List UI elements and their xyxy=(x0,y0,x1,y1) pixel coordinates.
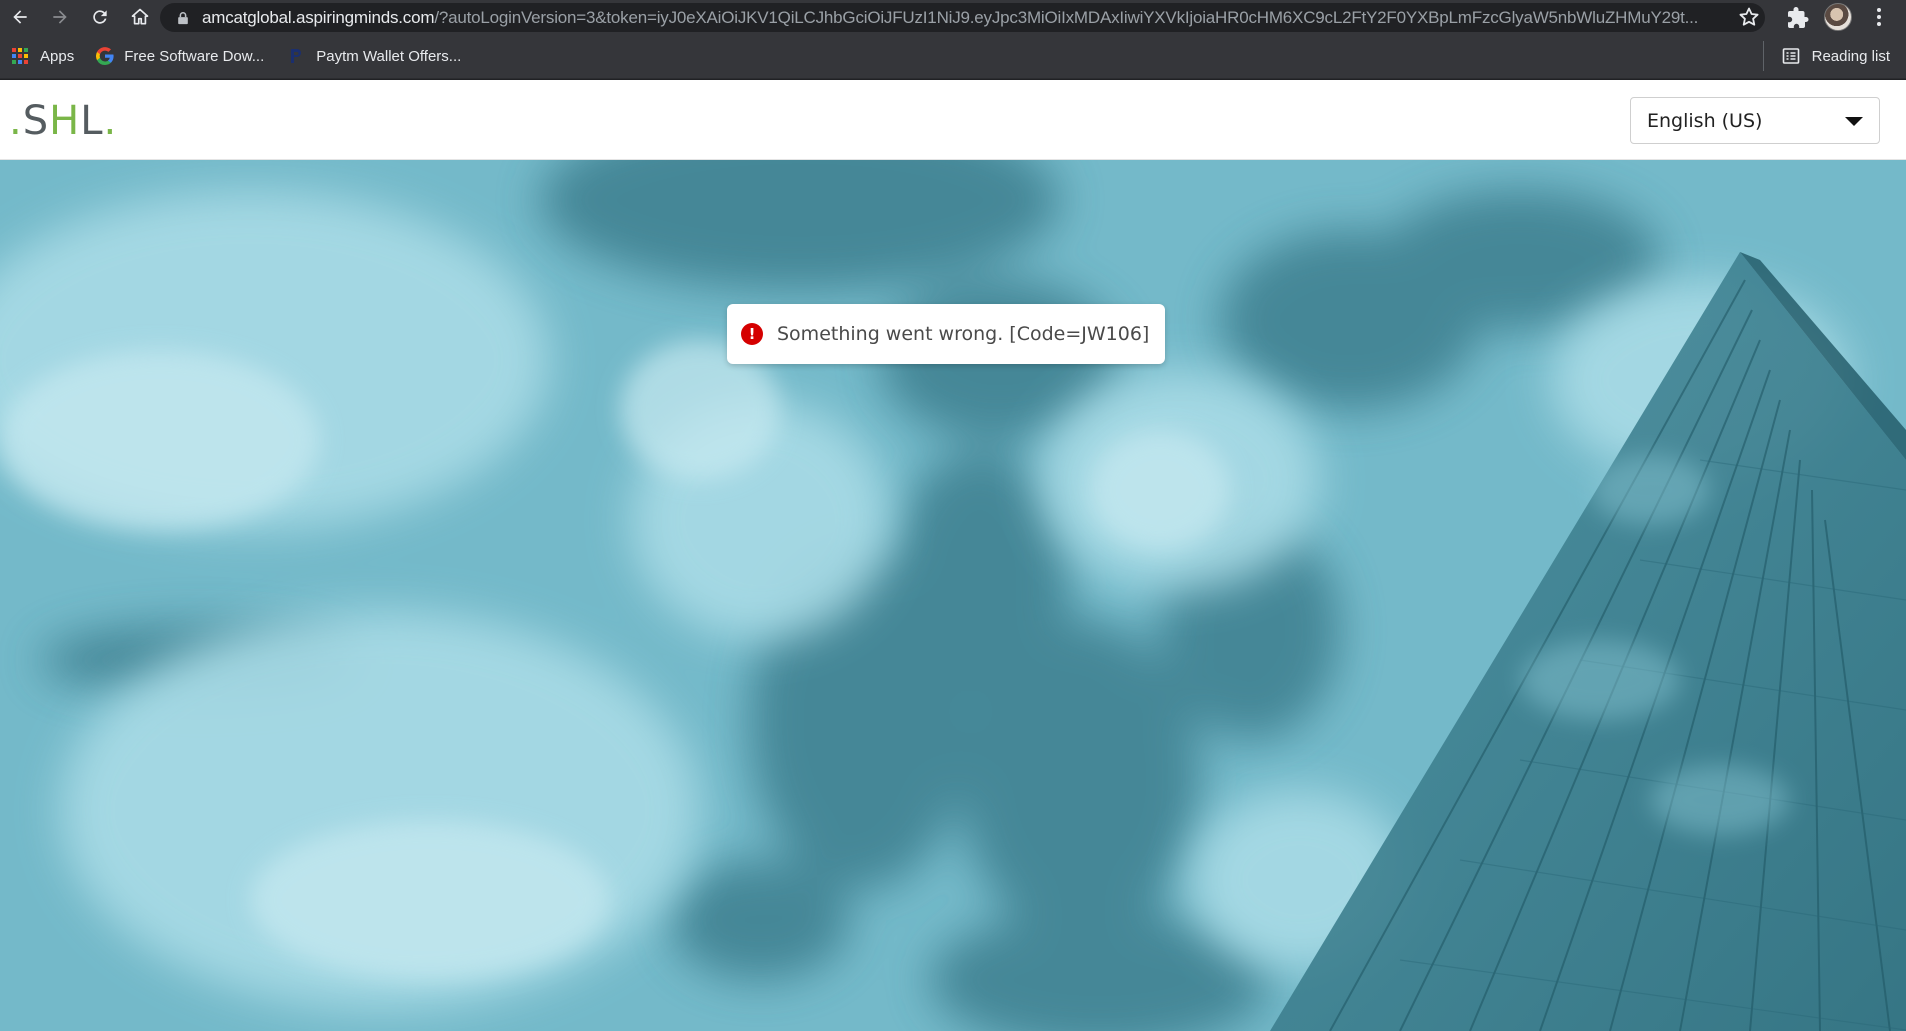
logo-s: S xyxy=(22,98,50,144)
logo-dot: . xyxy=(9,98,23,144)
reload-button[interactable] xyxy=(80,0,120,34)
home-icon xyxy=(131,8,149,25)
logo-h: H xyxy=(49,98,81,144)
url-text: amcatglobal.aspiringminds.com/?autoLogin… xyxy=(202,8,1698,28)
extensions-icon[interactable] xyxy=(1786,6,1810,30)
browser-toolbar: amcatglobal.aspiringminds.com/?autoLogin… xyxy=(0,0,1906,34)
sky-building-image xyxy=(0,160,1906,1031)
reading-list-button[interactable]: Reading list xyxy=(1762,41,1890,71)
web-page: .SHL. English (US) ! Something went wron… xyxy=(0,80,1906,1031)
reading-list-label: Reading list xyxy=(1811,47,1890,65)
error-message: Something went wrong. [Code=JW106] xyxy=(777,323,1150,345)
forward-icon xyxy=(53,10,67,24)
caret-down-icon xyxy=(1845,117,1863,126)
bookmark-label: Apps xyxy=(40,47,75,65)
language-select[interactable]: English (US) xyxy=(1630,97,1880,144)
logo-l: L xyxy=(80,98,104,144)
back-button[interactable] xyxy=(0,0,40,34)
menu-icon xyxy=(1877,8,1881,26)
error-toast: ! Something went wrong. [Code=JW106] xyxy=(727,304,1165,364)
reload-icon xyxy=(93,10,107,24)
logo-end-dot: . xyxy=(103,98,118,144)
star-icon[interactable] xyxy=(1737,5,1761,29)
profile-avatar[interactable] xyxy=(1824,3,1852,31)
home-button[interactable] xyxy=(120,0,160,34)
site-header: .SHL. English (US) xyxy=(0,80,1906,160)
shl-logo[interactable]: .SHL. xyxy=(9,98,117,144)
apps-grid-icon xyxy=(12,48,28,64)
google-icon xyxy=(96,47,114,65)
bookmarks-bar: Apps Free Software Dow... Paytm Wallet O… xyxy=(0,34,1906,79)
bookmark-free-software[interactable]: Free Software Dow... xyxy=(90,41,270,71)
url-path: /?autoLoginVersion=3&token=iyJ0eXAiOiJKV… xyxy=(434,7,1699,27)
paytm-icon xyxy=(291,49,302,63)
language-value: English (US) xyxy=(1647,109,1763,132)
address-bar[interactable]: amcatglobal.aspiringminds.com/?autoLogin… xyxy=(160,3,1765,32)
bookmark-label: Paytm Wallet Offers... xyxy=(316,47,462,65)
back-icon xyxy=(13,10,27,24)
menu-button[interactable] xyxy=(1866,4,1892,30)
forward-button[interactable] xyxy=(40,0,80,34)
bookmark-apps[interactable]: Apps xyxy=(6,41,80,71)
lock-icon xyxy=(178,11,188,24)
url-host: amcatglobal.aspiringminds.com xyxy=(202,7,435,27)
error-icon: ! xyxy=(741,323,763,345)
bookmark-label: Free Software Dow... xyxy=(124,47,265,65)
bookmark-paytm[interactable]: Paytm Wallet Offers... xyxy=(282,41,467,71)
hero-background: ! Something went wrong. [Code=JW106] xyxy=(0,160,1906,1031)
reading-list-icon xyxy=(1782,48,1799,64)
